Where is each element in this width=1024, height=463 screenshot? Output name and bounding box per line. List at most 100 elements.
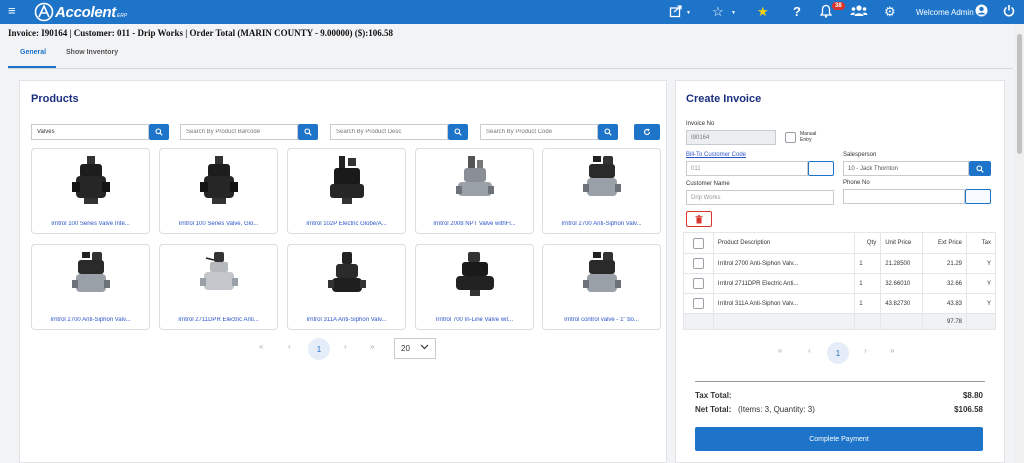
menu-icon[interactable]: ≡ bbox=[8, 4, 16, 18]
welcome-text: Welcome Admin bbox=[916, 8, 974, 17]
salesperson-search-button[interactable] bbox=[969, 161, 991, 176]
tab-general[interactable]: General bbox=[20, 49, 46, 56]
column-header: Unit Price bbox=[880, 232, 924, 254]
page-size-select[interactable]: 20 bbox=[394, 338, 436, 359]
black-valve-image bbox=[456, 252, 494, 296]
favorites-caret-icon[interactable]: ▼ bbox=[731, 10, 736, 16]
share-icon[interactable] bbox=[669, 4, 683, 21]
desc-search-button[interactable] bbox=[448, 124, 468, 140]
phone-field[interactable] bbox=[843, 189, 965, 204]
product-card[interactable]: Irritrol 100 Series Valve Inte... bbox=[31, 148, 150, 234]
invoice-pager-next-button[interactable]: › bbox=[864, 346, 867, 355]
invoice-items-table: Product Description Qty Unit Price Ext P… bbox=[683, 232, 996, 330]
black-valve-image bbox=[200, 156, 238, 204]
pager-first-button[interactable]: « bbox=[259, 342, 263, 351]
totals-divider bbox=[695, 381, 985, 382]
product-card[interactable]: Irritrol 2700 Anti-Siphon Valv... bbox=[542, 148, 661, 234]
manual-entry-label: Manual Entry bbox=[800, 131, 817, 143]
products-title: Products bbox=[31, 93, 79, 105]
product-card[interactable]: Irritrol control valve - 1" bo... bbox=[542, 244, 661, 330]
table-header-row: Product Description Qty Unit Price Ext P… bbox=[683, 232, 996, 254]
phone-lookup-button[interactable] bbox=[965, 189, 991, 204]
invoice-pager-prev-button[interactable]: ‹ bbox=[808, 346, 811, 355]
product-card[interactable]: Irritrol 2711DPR Electric Anti... bbox=[159, 244, 278, 330]
item-unit-price: 32.66010 bbox=[880, 273, 924, 294]
customer-name-field[interactable]: Drip Works bbox=[686, 190, 834, 205]
active-tab-indicator bbox=[8, 66, 56, 68]
create-invoice-title: Create Invoice bbox=[686, 93, 762, 105]
table-row[interactable]: Irritrol 2700 Anti-Siphon Valv... 1 21.2… bbox=[683, 253, 996, 274]
search-icon bbox=[304, 128, 312, 136]
product-card[interactable]: Irritrol 102P Electric Globe/A... bbox=[287, 148, 406, 234]
product-name: Irritrol 700 In-Line Valve wit... bbox=[435, 317, 514, 323]
invoice-pager-first-button[interactable]: « bbox=[778, 346, 782, 355]
row-checkbox[interactable] bbox=[692, 298, 704, 309]
pager-prev-button[interactable]: ‹ bbox=[288, 342, 291, 351]
invoice-header: Invoice: I90164 | Customer: 011 - Drip W… bbox=[8, 28, 394, 38]
item-tax: Y bbox=[966, 293, 996, 314]
scrollbar-thumb[interactable] bbox=[1017, 34, 1022, 154]
black-valve-image bbox=[328, 252, 366, 292]
manual-entry-checkbox[interactable] bbox=[785, 132, 796, 143]
barcode-search-input[interactable] bbox=[180, 124, 298, 140]
code-search-input[interactable] bbox=[480, 124, 598, 140]
product-name: Irritrol 311A Anti-Siphon Valv... bbox=[306, 317, 387, 323]
notification-badge: 38 bbox=[832, 2, 845, 10]
tab-show-inventory[interactable]: Show Inventory bbox=[66, 49, 118, 56]
phone-label: Phone No bbox=[843, 180, 870, 186]
product-card[interactable]: Irritrol 2008 NPT Valve withFl... bbox=[415, 148, 534, 234]
star-outline-icon[interactable]: ☆ bbox=[712, 4, 724, 19]
refresh-button[interactable] bbox=[634, 124, 660, 140]
item-qty: 1 bbox=[854, 293, 882, 314]
page-scrollbar[interactable] bbox=[1015, 24, 1024, 463]
bell-icon[interactable] bbox=[819, 4, 833, 21]
chevron-down-icon bbox=[420, 343, 429, 352]
invoice-pager-last-button[interactable]: » bbox=[890, 346, 894, 355]
bill-to-lookup-button[interactable] bbox=[808, 161, 834, 176]
pager-last-button[interactable]: » bbox=[370, 342, 374, 351]
pager-current-page[interactable]: 1 bbox=[308, 338, 330, 360]
product-card[interactable]: Irritrol 100 Series Valve, Glo... bbox=[159, 148, 278, 234]
bill-to-field[interactable]: 011 bbox=[686, 161, 808, 176]
gear-icon[interactable]: ⚙ bbox=[884, 4, 896, 19]
barcode-search-button[interactable] bbox=[298, 124, 318, 140]
table-row[interactable]: Irritrol 311A Anti-Siphon Valv... 1 43.8… bbox=[683, 293, 996, 314]
salesperson-label: Salesperson bbox=[843, 152, 877, 158]
category-search-button[interactable] bbox=[149, 124, 169, 140]
invoice-no-field[interactable]: I90164 bbox=[686, 130, 776, 145]
invoice-pager-current-page[interactable]: 1 bbox=[827, 342, 849, 364]
users-icon[interactable] bbox=[850, 4, 868, 21]
search-icon bbox=[976, 164, 984, 173]
tax-total-value: $8.80 bbox=[962, 391, 983, 400]
product-name: Irritrol 2711DPR Electric Anti... bbox=[178, 317, 259, 323]
share-caret-icon[interactable]: ▼ bbox=[686, 10, 691, 16]
table-row[interactable]: Irritrol 2711DPR Electric Anti... 1 32.6… bbox=[683, 273, 996, 294]
select-all-checkbox[interactable] bbox=[692, 237, 704, 249]
black-valve-image bbox=[72, 156, 110, 204]
product-card[interactable]: Irritrol 311A Anti-Siphon Valv... bbox=[287, 244, 406, 330]
pager-next-button[interactable]: › bbox=[344, 342, 347, 351]
star-filled-icon[interactable]: ★ bbox=[757, 4, 769, 19]
item-unit-price: 21.28500 bbox=[880, 253, 924, 274]
gray-valve-image bbox=[456, 156, 494, 196]
complete-payment-button[interactable]: Complete Payment bbox=[695, 427, 983, 451]
column-header: Qty bbox=[854, 232, 882, 254]
salesperson-field[interactable]: 10 - Jack Thornton bbox=[843, 161, 969, 176]
gray-valve-image bbox=[583, 156, 621, 196]
trash-icon bbox=[695, 214, 703, 223]
product-card[interactable]: Irritrol 700 In-Line Valve wit... bbox=[415, 244, 534, 330]
delete-button[interactable] bbox=[686, 211, 712, 227]
power-icon[interactable] bbox=[1003, 4, 1015, 20]
product-card[interactable]: Irritrol 2700 Anti-Siphon Valv... bbox=[31, 244, 150, 330]
category-search-input[interactable] bbox=[31, 124, 149, 140]
item-description: Irritrol 311A Anti-Siphon Valv... bbox=[712, 293, 856, 314]
row-checkbox[interactable] bbox=[692, 258, 704, 269]
code-search-button[interactable] bbox=[598, 124, 618, 140]
help-icon[interactable]: ? bbox=[793, 4, 801, 19]
desc-search-input[interactable] bbox=[330, 124, 448, 140]
bill-to-label[interactable]: Bill-To Customer Code bbox=[686, 152, 746, 158]
gray-valve-image bbox=[200, 252, 238, 290]
row-checkbox[interactable] bbox=[692, 278, 704, 289]
user-avatar-icon[interactable] bbox=[975, 4, 988, 20]
item-ext-price: 43.83 bbox=[922, 293, 967, 314]
